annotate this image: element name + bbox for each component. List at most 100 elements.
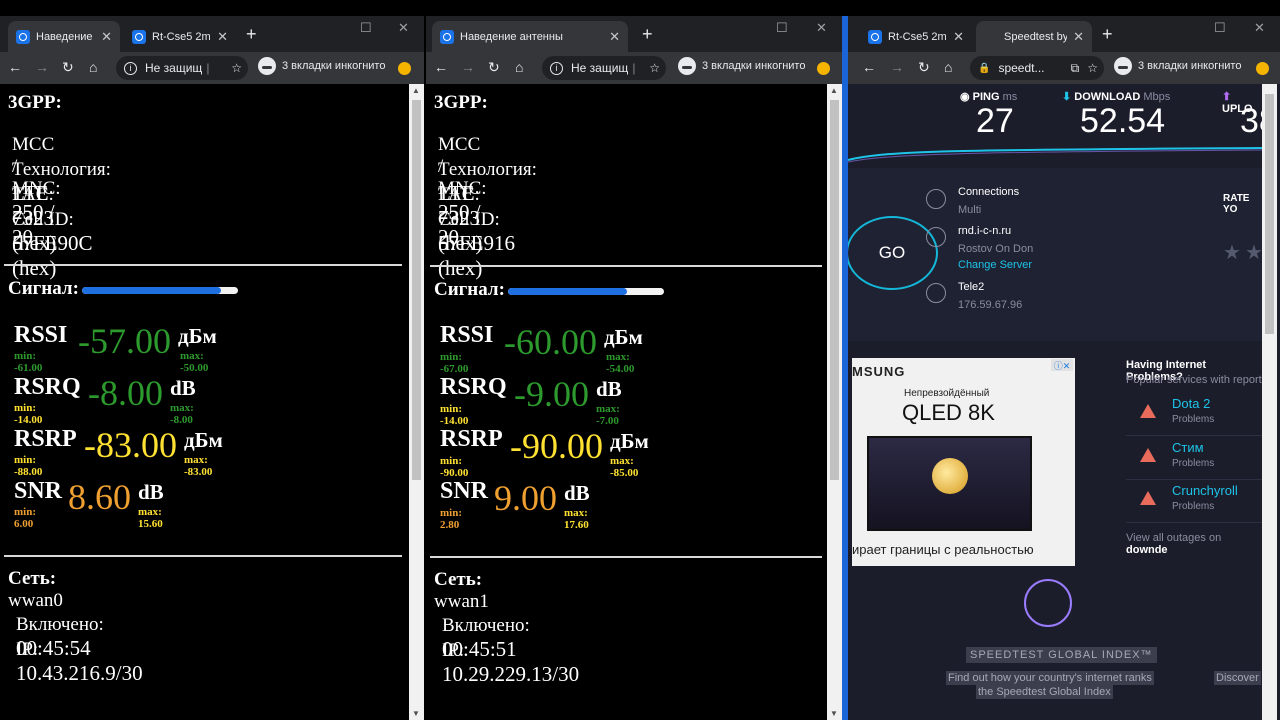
close-window-icon[interactable]: ✕ <box>1254 20 1265 36</box>
rating-star-icon[interactable]: ★ <box>1245 240 1262 265</box>
close-tab-icon[interactable]: ✕ <box>609 29 620 45</box>
signal-bar <box>82 287 238 294</box>
download-graph-line <box>848 147 1262 161</box>
global-index-logo-icon <box>1024 579 1072 627</box>
ad-close-icon[interactable]: ⓘ✕ <box>1051 359 1073 371</box>
extension-icon[interactable] <box>1256 62 1269 75</box>
isp-ip: 176.59.67.96 <box>958 299 1023 311</box>
tab-strip: Наведение антенны ✕ + ☐ ✕ <box>426 16 842 52</box>
scroll-down-icon[interactable]: ▼ <box>830 709 838 718</box>
tab-router[interactable]: Rt-Cse5 2mX ✕ <box>124 21 236 52</box>
info-icon[interactable]: i <box>124 61 137 75</box>
snr-label: SNR <box>14 478 63 504</box>
info-icon[interactable]: i <box>550 61 563 75</box>
cell-id-row: Cell ID: 57FE90C (hex) <box>12 209 93 280</box>
home-icon[interactable]: ⌂ <box>944 59 952 75</box>
change-server-link[interactable]: Change Server <box>958 259 1032 271</box>
scrollbar[interactable]: ▲ ▼ <box>409 84 424 720</box>
tab-antenna[interactable]: Наведение ан ✕ <box>8 21 120 52</box>
home-icon[interactable]: ⌂ <box>89 59 97 75</box>
scrollbar-thumb[interactable] <box>830 100 839 480</box>
problem-item[interactable]: Стим Problems <box>1126 440 1262 480</box>
bookmark-star-icon[interactable]: ☆ <box>649 61 660 75</box>
rssi-label: RSSI <box>14 322 68 348</box>
ip-row: IP: 10.29.229.13/30 <box>442 640 580 686</box>
tab-speedtest[interactable]: Speedtest by ✕ <box>976 21 1092 52</box>
address-bar[interactable]: i Не защищ | ☆ <box>542 56 666 80</box>
tab-antenna[interactable]: Наведение антенны ✕ <box>432 21 628 52</box>
connections-icon <box>926 189 946 209</box>
address-bar[interactable]: 🔒 speedt... ⧉ ☆ <box>970 56 1104 80</box>
downdetector-link[interactable]: downde <box>1126 544 1168 556</box>
back-icon[interactable]: ← <box>862 59 876 75</box>
maximize-icon[interactable]: ☐ <box>360 20 372 36</box>
new-tab-icon[interactable]: + <box>1102 24 1113 45</box>
incognito-indicator[interactable]: 3 вкладки инкогнито <box>1114 57 1241 75</box>
connections-value[interactable]: Multi <box>958 204 981 216</box>
close-window-icon[interactable]: ✕ <box>398 20 409 36</box>
scrollbar[interactable] <box>1262 84 1277 720</box>
rsrp-value: -90.00 <box>510 426 603 466</box>
close-tab-icon[interactable]: ✕ <box>1073 29 1084 45</box>
rsrq-max: max: -8.00 <box>170 402 194 426</box>
reload-icon[interactable]: ↻ <box>918 59 930 76</box>
discover-button[interactable]: Discover <box>1214 671 1261 685</box>
rsrq-unit: dB <box>596 377 622 401</box>
tab-strip: Rt-Cse5 2mX ✕ Speedtest by ✕ + ☐ ✕ <box>848 16 1280 52</box>
back-icon[interactable]: ← <box>8 59 22 75</box>
rate-label: RATE YO <box>1223 193 1250 215</box>
home-icon[interactable]: ⌂ <box>515 59 523 75</box>
ad-slogan: ирает границы с реальностью <box>852 542 1034 557</box>
rsrq-label: RSRQ <box>14 374 81 400</box>
scroll-up-icon[interactable]: ▲ <box>412 86 420 95</box>
scroll-up-icon[interactable]: ▲ <box>830 86 838 95</box>
ad-subtitle: Непревзойдённый <box>904 388 990 399</box>
new-tab-icon[interactable]: + <box>246 24 257 45</box>
rssi-unit: дБм <box>604 325 643 349</box>
reload-icon[interactable]: ↻ <box>488 59 500 76</box>
scroll-down-icon[interactable]: ▼ <box>412 709 420 718</box>
new-tab-icon[interactable]: + <box>642 24 653 45</box>
upload-icon: ⬆ <box>1222 91 1232 103</box>
close-tab-icon[interactable]: ✕ <box>101 29 112 45</box>
close-window-icon[interactable]: ✕ <box>816 20 827 36</box>
forward-icon[interactable]: → <box>461 59 475 75</box>
problem-item[interactable]: Crunchyroll Problems <box>1126 483 1262 523</box>
global-index-sub: Find out how your country's internet ran… <box>946 671 1154 685</box>
rssi-max: max: -50.00 <box>180 350 209 374</box>
rsrp-max: max: -83.00 <box>184 454 213 478</box>
reload-icon[interactable]: ↻ <box>62 59 74 76</box>
extension-icon[interactable] <box>398 62 411 75</box>
close-tab-icon[interactable]: ✕ <box>217 29 228 45</box>
address-bar[interactable]: i Не защищ | ☆ <box>116 56 248 80</box>
back-icon[interactable]: ← <box>434 59 448 75</box>
incognito-indicator[interactable]: 3 вкладки инкогнито <box>678 57 805 75</box>
rsrq-unit: dB <box>170 376 196 400</box>
bookmark-star-icon[interactable]: ☆ <box>1087 61 1098 75</box>
maximize-icon[interactable]: ☐ <box>776 20 788 36</box>
maximize-icon[interactable]: ☐ <box>1214 20 1226 36</box>
toolbar: ← → ↻ ⌂ i Не защищ | ☆ 3 вкладки инкогни… <box>426 52 842 84</box>
extension-icon[interactable] <box>817 62 830 75</box>
rsrq-min: min: -14.00 <box>14 402 43 426</box>
forward-icon[interactable]: → <box>35 59 49 75</box>
incognito-indicator[interactable]: 3 вкладки инкогнито <box>258 57 385 75</box>
advertisement[interactable]: ⓘ✕ MSUNG Непревзойдённый QLED 8K ирает г… <box>852 358 1075 566</box>
scrollbar-thumb[interactable] <box>412 100 421 480</box>
ad-model: QLED 8K <box>902 400 995 425</box>
close-tab-icon[interactable]: ✕ <box>953 29 964 45</box>
scrollbar[interactable]: ▲ ▼ <box>827 84 842 720</box>
rating-star-icon[interactable]: ★ <box>1223 240 1241 265</box>
go-button[interactable]: GO <box>848 216 938 290</box>
network-row: Сеть: wwan0 <box>8 568 63 611</box>
rsrp-label: RSRP <box>440 426 503 452</box>
tab-router[interactable]: Rt-Cse5 2mX ✕ <box>860 21 972 52</box>
bookmark-star-icon[interactable]: ☆ <box>231 61 242 75</box>
global-index-title[interactable]: SPEEDTEST GLOBAL INDEX™ <box>966 647 1157 663</box>
problem-item[interactable]: Dota 2 Problems <box>1126 396 1262 436</box>
lock-icon[interactable]: 🔒 <box>978 63 990 74</box>
scrollbar-thumb[interactable] <box>1265 94 1274 334</box>
translate-icon[interactable]: ⧉ <box>1071 61 1080 76</box>
forward-icon[interactable]: → <box>890 59 904 75</box>
rssi-value: -57.00 <box>78 321 171 361</box>
